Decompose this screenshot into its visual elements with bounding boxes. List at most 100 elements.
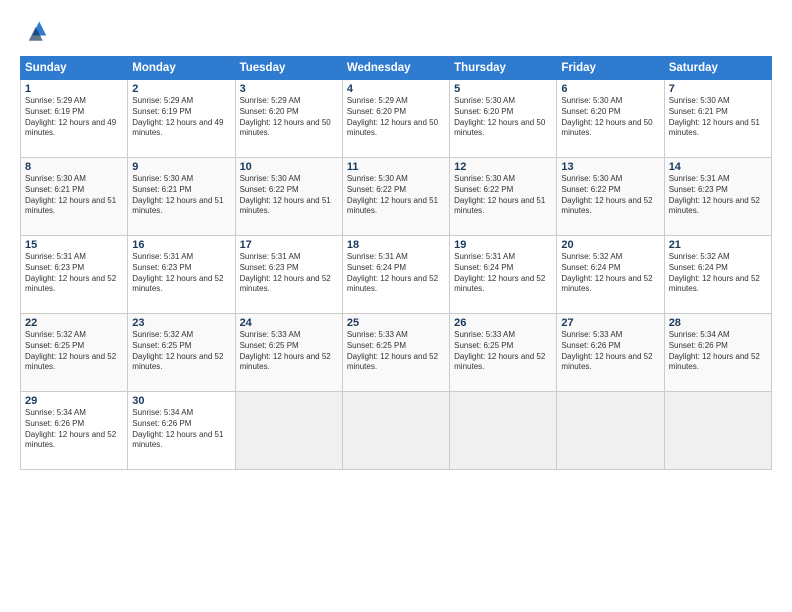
weekday-header-monday: Monday bbox=[128, 57, 235, 80]
cell-info: Sunrise: 5:30 AM Sunset: 6:21 PM Dayligh… bbox=[25, 174, 123, 217]
header bbox=[20, 18, 772, 46]
calendar-cell bbox=[664, 392, 771, 470]
calendar-week-row: 8Sunrise: 5:30 AM Sunset: 6:21 PM Daylig… bbox=[21, 158, 772, 236]
weekday-header-tuesday: Tuesday bbox=[235, 57, 342, 80]
day-number: 16 bbox=[132, 239, 230, 251]
day-number: 4 bbox=[347, 83, 445, 95]
calendar-cell bbox=[450, 392, 557, 470]
cell-info: Sunrise: 5:31 AM Sunset: 6:23 PM Dayligh… bbox=[25, 252, 123, 295]
day-number: 20 bbox=[561, 239, 659, 251]
calendar-cell: 8Sunrise: 5:30 AM Sunset: 6:21 PM Daylig… bbox=[21, 158, 128, 236]
calendar-cell: 18Sunrise: 5:31 AM Sunset: 6:24 PM Dayli… bbox=[342, 236, 449, 314]
calendar-cell: 16Sunrise: 5:31 AM Sunset: 6:23 PM Dayli… bbox=[128, 236, 235, 314]
calendar-cell: 14Sunrise: 5:31 AM Sunset: 6:23 PM Dayli… bbox=[664, 158, 771, 236]
calendar-cell bbox=[342, 392, 449, 470]
cell-info: Sunrise: 5:34 AM Sunset: 6:26 PM Dayligh… bbox=[132, 408, 230, 451]
calendar-week-row: 29Sunrise: 5:34 AM Sunset: 6:26 PM Dayli… bbox=[21, 392, 772, 470]
calendar-cell bbox=[557, 392, 664, 470]
calendar-cell: 4Sunrise: 5:29 AM Sunset: 6:20 PM Daylig… bbox=[342, 80, 449, 158]
cell-info: Sunrise: 5:34 AM Sunset: 6:26 PM Dayligh… bbox=[669, 330, 767, 373]
day-number: 6 bbox=[561, 83, 659, 95]
calendar-cell: 28Sunrise: 5:34 AM Sunset: 6:26 PM Dayli… bbox=[664, 314, 771, 392]
calendar-cell: 12Sunrise: 5:30 AM Sunset: 6:22 PM Dayli… bbox=[450, 158, 557, 236]
calendar-cell: 2Sunrise: 5:29 AM Sunset: 6:19 PM Daylig… bbox=[128, 80, 235, 158]
day-number: 17 bbox=[240, 239, 338, 251]
calendar-cell: 23Sunrise: 5:32 AM Sunset: 6:25 PM Dayli… bbox=[128, 314, 235, 392]
day-number: 30 bbox=[132, 395, 230, 407]
day-number: 14 bbox=[669, 161, 767, 173]
cell-info: Sunrise: 5:33 AM Sunset: 6:25 PM Dayligh… bbox=[454, 330, 552, 373]
weekday-header-friday: Friday bbox=[557, 57, 664, 80]
day-number: 5 bbox=[454, 83, 552, 95]
calendar-cell: 20Sunrise: 5:32 AM Sunset: 6:24 PM Dayli… bbox=[557, 236, 664, 314]
day-number: 22 bbox=[25, 317, 123, 329]
calendar-cell bbox=[235, 392, 342, 470]
cell-info: Sunrise: 5:30 AM Sunset: 6:22 PM Dayligh… bbox=[454, 174, 552, 217]
calendar-cell: 7Sunrise: 5:30 AM Sunset: 6:21 PM Daylig… bbox=[664, 80, 771, 158]
calendar-week-row: 15Sunrise: 5:31 AM Sunset: 6:23 PM Dayli… bbox=[21, 236, 772, 314]
weekday-header-sunday: Sunday bbox=[21, 57, 128, 80]
cell-info: Sunrise: 5:33 AM Sunset: 6:25 PM Dayligh… bbox=[240, 330, 338, 373]
calendar-cell: 15Sunrise: 5:31 AM Sunset: 6:23 PM Dayli… bbox=[21, 236, 128, 314]
cell-info: Sunrise: 5:30 AM Sunset: 6:21 PM Dayligh… bbox=[669, 96, 767, 139]
cell-info: Sunrise: 5:33 AM Sunset: 6:26 PM Dayligh… bbox=[561, 330, 659, 373]
calendar-week-row: 1Sunrise: 5:29 AM Sunset: 6:19 PM Daylig… bbox=[21, 80, 772, 158]
calendar-cell: 29Sunrise: 5:34 AM Sunset: 6:26 PM Dayli… bbox=[21, 392, 128, 470]
logo-icon bbox=[20, 18, 48, 46]
calendar-cell: 26Sunrise: 5:33 AM Sunset: 6:25 PM Dayli… bbox=[450, 314, 557, 392]
weekday-header-row: SundayMondayTuesdayWednesdayThursdayFrid… bbox=[21, 57, 772, 80]
cell-info: Sunrise: 5:30 AM Sunset: 6:22 PM Dayligh… bbox=[561, 174, 659, 217]
day-number: 15 bbox=[25, 239, 123, 251]
calendar-cell: 6Sunrise: 5:30 AM Sunset: 6:20 PM Daylig… bbox=[557, 80, 664, 158]
cell-info: Sunrise: 5:31 AM Sunset: 6:23 PM Dayligh… bbox=[132, 252, 230, 295]
calendar-table: SundayMondayTuesdayWednesdayThursdayFrid… bbox=[20, 56, 772, 470]
cell-info: Sunrise: 5:34 AM Sunset: 6:26 PM Dayligh… bbox=[25, 408, 123, 451]
weekday-header-saturday: Saturday bbox=[664, 57, 771, 80]
cell-info: Sunrise: 5:33 AM Sunset: 6:25 PM Dayligh… bbox=[347, 330, 445, 373]
cell-info: Sunrise: 5:32 AM Sunset: 6:25 PM Dayligh… bbox=[25, 330, 123, 373]
calendar-cell: 3Sunrise: 5:29 AM Sunset: 6:20 PM Daylig… bbox=[235, 80, 342, 158]
calendar-cell: 30Sunrise: 5:34 AM Sunset: 6:26 PM Dayli… bbox=[128, 392, 235, 470]
day-number: 26 bbox=[454, 317, 552, 329]
cell-info: Sunrise: 5:30 AM Sunset: 6:21 PM Dayligh… bbox=[132, 174, 230, 217]
logo bbox=[20, 18, 52, 46]
day-number: 10 bbox=[240, 161, 338, 173]
weekday-header-wednesday: Wednesday bbox=[342, 57, 449, 80]
cell-info: Sunrise: 5:30 AM Sunset: 6:22 PM Dayligh… bbox=[347, 174, 445, 217]
calendar-cell: 24Sunrise: 5:33 AM Sunset: 6:25 PM Dayli… bbox=[235, 314, 342, 392]
page: SundayMondayTuesdayWednesdayThursdayFrid… bbox=[0, 0, 792, 612]
cell-info: Sunrise: 5:29 AM Sunset: 6:20 PM Dayligh… bbox=[240, 96, 338, 139]
day-number: 9 bbox=[132, 161, 230, 173]
day-number: 7 bbox=[669, 83, 767, 95]
calendar-cell: 11Sunrise: 5:30 AM Sunset: 6:22 PM Dayli… bbox=[342, 158, 449, 236]
cell-info: Sunrise: 5:31 AM Sunset: 6:24 PM Dayligh… bbox=[454, 252, 552, 295]
day-number: 11 bbox=[347, 161, 445, 173]
calendar-cell: 13Sunrise: 5:30 AM Sunset: 6:22 PM Dayli… bbox=[557, 158, 664, 236]
calendar-cell: 19Sunrise: 5:31 AM Sunset: 6:24 PM Dayli… bbox=[450, 236, 557, 314]
day-number: 2 bbox=[132, 83, 230, 95]
calendar-cell: 5Sunrise: 5:30 AM Sunset: 6:20 PM Daylig… bbox=[450, 80, 557, 158]
day-number: 27 bbox=[561, 317, 659, 329]
weekday-header-thursday: Thursday bbox=[450, 57, 557, 80]
day-number: 3 bbox=[240, 83, 338, 95]
cell-info: Sunrise: 5:32 AM Sunset: 6:25 PM Dayligh… bbox=[132, 330, 230, 373]
cell-info: Sunrise: 5:30 AM Sunset: 6:22 PM Dayligh… bbox=[240, 174, 338, 217]
calendar-cell: 17Sunrise: 5:31 AM Sunset: 6:23 PM Dayli… bbox=[235, 236, 342, 314]
calendar-cell: 25Sunrise: 5:33 AM Sunset: 6:25 PM Dayli… bbox=[342, 314, 449, 392]
day-number: 18 bbox=[347, 239, 445, 251]
cell-info: Sunrise: 5:30 AM Sunset: 6:20 PM Dayligh… bbox=[561, 96, 659, 139]
day-number: 29 bbox=[25, 395, 123, 407]
day-number: 19 bbox=[454, 239, 552, 251]
cell-info: Sunrise: 5:30 AM Sunset: 6:20 PM Dayligh… bbox=[454, 96, 552, 139]
day-number: 21 bbox=[669, 239, 767, 251]
calendar-cell: 9Sunrise: 5:30 AM Sunset: 6:21 PM Daylig… bbox=[128, 158, 235, 236]
calendar-week-row: 22Sunrise: 5:32 AM Sunset: 6:25 PM Dayli… bbox=[21, 314, 772, 392]
day-number: 25 bbox=[347, 317, 445, 329]
cell-info: Sunrise: 5:29 AM Sunset: 6:19 PM Dayligh… bbox=[25, 96, 123, 139]
calendar-cell: 22Sunrise: 5:32 AM Sunset: 6:25 PM Dayli… bbox=[21, 314, 128, 392]
day-number: 28 bbox=[669, 317, 767, 329]
day-number: 12 bbox=[454, 161, 552, 173]
cell-info: Sunrise: 5:31 AM Sunset: 6:24 PM Dayligh… bbox=[347, 252, 445, 295]
cell-info: Sunrise: 5:31 AM Sunset: 6:23 PM Dayligh… bbox=[669, 174, 767, 217]
day-number: 23 bbox=[132, 317, 230, 329]
